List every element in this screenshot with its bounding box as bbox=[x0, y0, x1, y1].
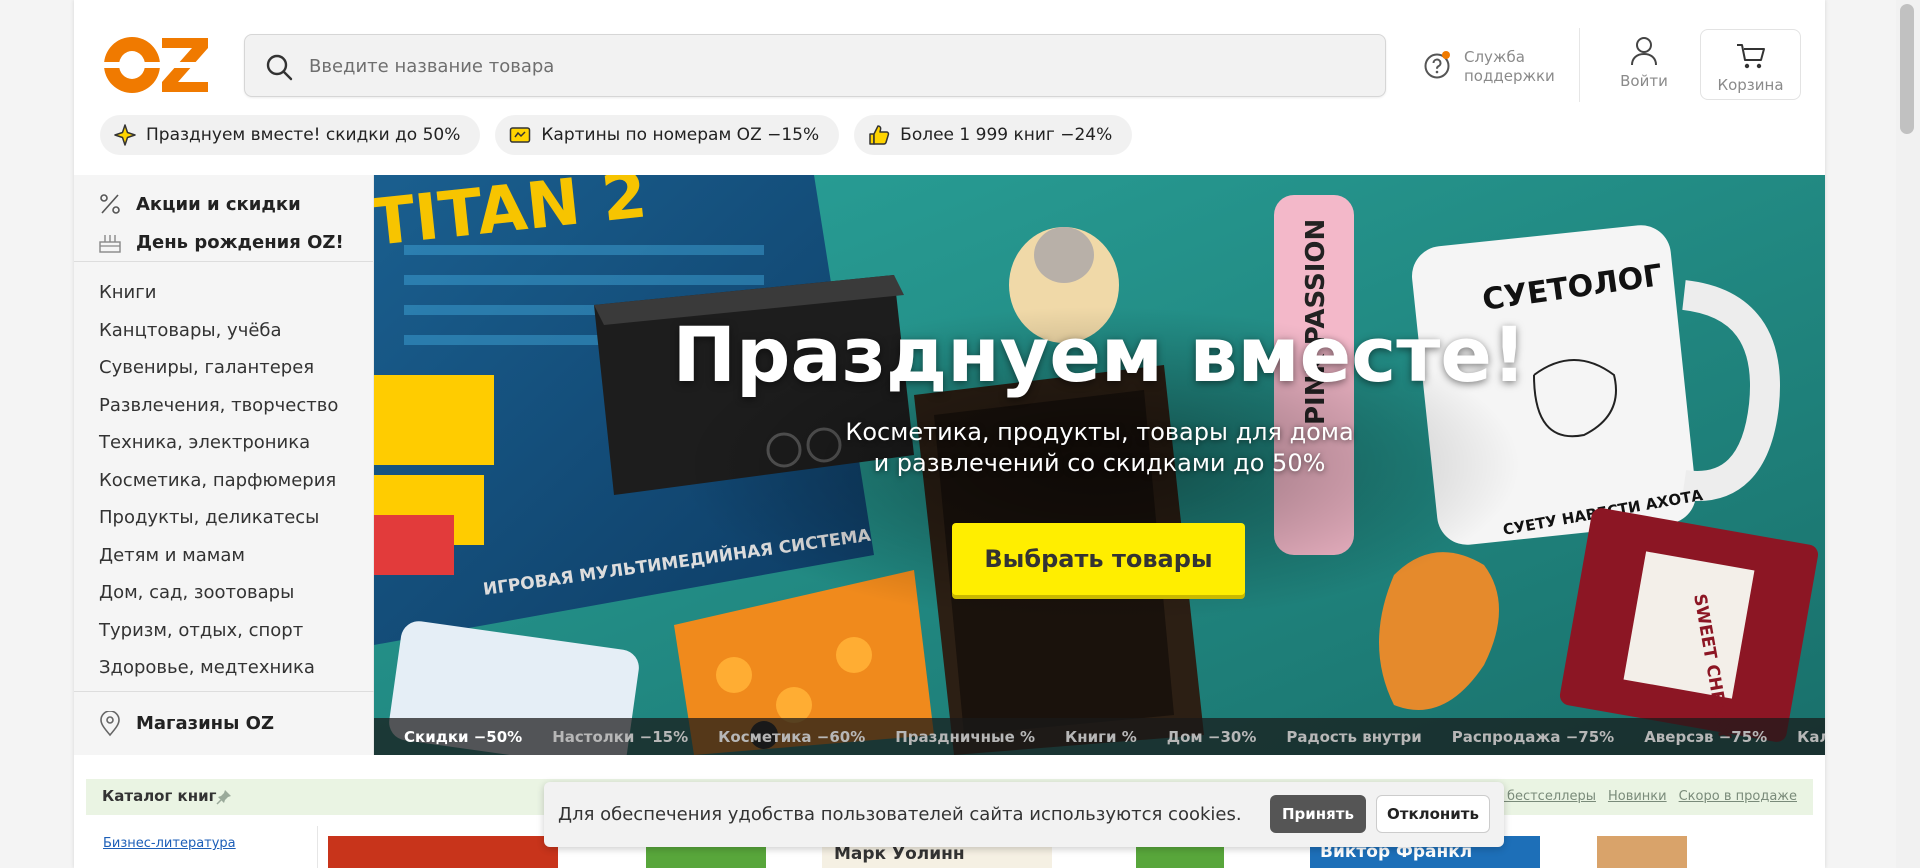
category-item[interactable]: Продукты, деликатесы bbox=[74, 499, 373, 537]
cookie-banner: Для обеспечения удобства пользователей с… bbox=[544, 782, 1504, 847]
banner-tab[interactable]: Радость внутри bbox=[1286, 728, 1421, 746]
sidebar-item-label: День рождения OZ! bbox=[136, 231, 344, 253]
help-icon bbox=[1424, 51, 1450, 79]
catalog-title: Каталог книг bbox=[102, 787, 217, 805]
user-icon bbox=[1631, 37, 1657, 66]
banner-tab[interactable]: Косметика −60% bbox=[718, 728, 865, 746]
hero-banner[interactable]: TITAN 2 ИГРОВАЯ МУЛЬТИМЕДИЙНАЯ СИСТЕМА bbox=[374, 175, 1825, 755]
banner-tab[interactable]: Книги % bbox=[1065, 728, 1137, 746]
header-divider bbox=[1579, 28, 1580, 102]
page: Служба поддержки Войти Корзина Празднуем… bbox=[74, 0, 1825, 868]
category-item[interactable]: Техника, электроника bbox=[74, 424, 373, 462]
banner-subtitle-line: Косметика, продукты, товары для дома bbox=[845, 418, 1354, 446]
promo-bar: Празднуем вместе! скидки до 50% Картины … bbox=[100, 115, 1133, 155]
category-item[interactable]: Здоровье, медтехника bbox=[74, 649, 373, 687]
sidebar-item-stores[interactable]: Магазины OZ bbox=[74, 691, 374, 755]
sidebar-item-birthday[interactable]: День рождения OZ! bbox=[74, 223, 373, 261]
category-item[interactable]: Развлечения, творчество bbox=[74, 387, 373, 425]
cookie-text: Для обеспечения удобства пользователей с… bbox=[558, 804, 1242, 825]
search-box[interactable] bbox=[244, 34, 1386, 97]
location-pin-icon bbox=[100, 710, 120, 736]
percent-icon bbox=[100, 194, 120, 214]
sidebar-highlights: Акции и скидки День рождения OZ! bbox=[74, 175, 373, 262]
thumbs-up-icon bbox=[869, 125, 890, 145]
catalog-category-link[interactable]: Бизнес-литература bbox=[103, 836, 236, 851]
banner-tabs: Скидки −50% Настолки −15% Косметика −60%… bbox=[374, 718, 1825, 755]
category-list: Книги Канцтовары, учёба Сувениры, галант… bbox=[74, 262, 373, 687]
category-item[interactable]: Сувениры, галантерея bbox=[74, 349, 373, 387]
sidebar-item-sales[interactable]: Акции и скидки bbox=[74, 185, 373, 223]
banner-tab[interactable]: Праздничные % bbox=[895, 728, 1035, 746]
category-item[interactable]: Дом, сад, зоотовары bbox=[74, 574, 373, 612]
promo-paintings[interactable]: Картины по номерам OZ −15% bbox=[495, 115, 840, 155]
sidebar-item-label: Акции и скидки bbox=[136, 193, 301, 215]
book-title: Марк Уолинн bbox=[834, 844, 965, 864]
banner-tab[interactable]: Настолки −15% bbox=[552, 728, 688, 746]
pin-icon[interactable] bbox=[216, 789, 232, 805]
banner-subtitle-line: и развлечений со скидками до 50% bbox=[873, 449, 1326, 477]
banner-tab[interactable]: Дом −30% bbox=[1167, 728, 1257, 746]
promo-books[interactable]: Более 1 999 книг −24% bbox=[854, 115, 1133, 155]
accept-cookies-button[interactable]: Принять bbox=[1270, 795, 1366, 833]
banner-tab[interactable]: Распродажа −75% bbox=[1452, 728, 1614, 746]
banner-subtitle: Косметика, продукты, товары для дома и р… bbox=[374, 417, 1825, 479]
oz-logo[interactable] bbox=[104, 36, 210, 94]
search-input[interactable] bbox=[309, 49, 1359, 83]
promo-label: Картины по номерам OZ −15% bbox=[541, 125, 820, 145]
banner-tab[interactable]: Аверсэв −75% bbox=[1644, 728, 1767, 746]
banner-tab[interactable]: Календар bbox=[1797, 728, 1825, 746]
banner-title: Празднуем вместе! bbox=[672, 310, 1527, 399]
login-button[interactable]: Войти bbox=[1599, 36, 1689, 98]
choose-products-button[interactable]: Выбрать товары bbox=[952, 523, 1245, 595]
category-item[interactable]: Косметика, парфюмерия bbox=[74, 462, 373, 500]
support-link[interactable]: Служба поддержки bbox=[1424, 46, 1555, 86]
promo-celebrate[interactable]: Празднуем вместе! скидки до 50% bbox=[100, 115, 481, 155]
search-icon[interactable] bbox=[265, 53, 293, 81]
support-label: Служба поддержки bbox=[1464, 48, 1555, 85]
login-label: Войти bbox=[1620, 72, 1668, 90]
ticket-icon bbox=[510, 127, 531, 143]
category-item[interactable]: Книги bbox=[74, 274, 373, 312]
decline-cookies-button[interactable]: Отклонить bbox=[1376, 795, 1490, 833]
category-item[interactable]: Туризм, отдых, спорт bbox=[74, 612, 373, 650]
page-scrollbar[interactable] bbox=[1896, 0, 1920, 868]
catalog-link[interactable]: Скоро в продаже bbox=[1679, 789, 1797, 804]
cart-label: Корзина bbox=[1717, 76, 1784, 94]
book-cover[interactable] bbox=[328, 836, 558, 868]
catalog-divider bbox=[317, 826, 318, 868]
promo-label: Более 1 999 книг −24% bbox=[900, 125, 1113, 145]
cart-icon bbox=[1736, 44, 1765, 69]
category-sidebar: Акции и скидки День рождения OZ! Книги К… bbox=[74, 175, 374, 755]
banner-tab[interactable]: Скидки −50% bbox=[404, 728, 522, 746]
category-item[interactable]: Канцтовары, учёба bbox=[74, 312, 373, 350]
catalog-links: Все бестселлеры Новинки Скоро в продаже bbox=[1479, 789, 1797, 804]
scrollbar-thumb[interactable] bbox=[1900, 4, 1914, 134]
book-cover[interactable] bbox=[1597, 836, 1687, 868]
sparkle-icon bbox=[114, 124, 136, 146]
cake-icon bbox=[99, 235, 121, 253]
category-item[interactable]: Детям и мамам bbox=[74, 537, 373, 575]
cart-button[interactable]: Корзина bbox=[1700, 29, 1801, 100]
promo-label: Празднуем вместе! скидки до 50% bbox=[146, 125, 461, 145]
stores-label: Магазины OZ bbox=[136, 713, 275, 734]
catalog-link[interactable]: Новинки bbox=[1608, 789, 1667, 804]
